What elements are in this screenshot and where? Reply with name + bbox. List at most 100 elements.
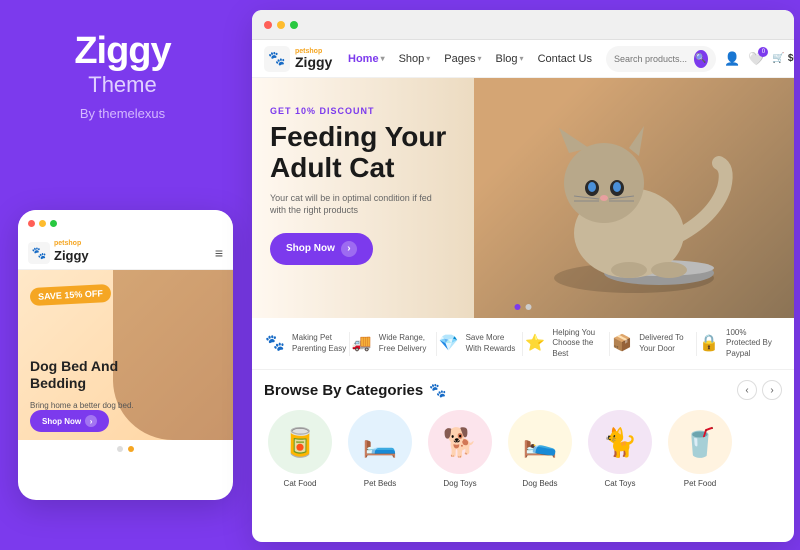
site-logo-text-wrap: petshop Ziggy	[295, 48, 332, 69]
browser-chrome	[252, 10, 794, 40]
category-label-4: Dog Beds	[522, 479, 557, 488]
hero-dot-2[interactable]	[526, 304, 532, 310]
mobile-logo-icon: 🐾	[28, 242, 50, 264]
left-panel: Ziggy Theme By themelexus 🐾 petshop Zigg…	[0, 0, 245, 550]
nav-link-contact[interactable]: Contact Us	[532, 49, 598, 69]
mobile-hero-bg	[113, 270, 233, 440]
mobile-menu-icon[interactable]: ≡	[215, 245, 223, 261]
mobile-dots	[18, 440, 233, 458]
feature-icon-5: 📦	[612, 333, 634, 355]
brand-subtitle: Theme	[88, 72, 156, 98]
nav-link-home[interactable]: Home ▾	[342, 49, 391, 69]
category-img-5: 🐈	[595, 417, 645, 467]
feature-icon-3: 💎	[439, 333, 461, 355]
hero-btn-arrow: ›	[341, 241, 357, 257]
nav-link-pages[interactable]: Pages ▾	[438, 49, 487, 69]
feature-divider-2	[436, 332, 437, 356]
categories-grid: 🥫 Cat Food 🛏️ Pet Beds 🐕 Dog Toys 🛌	[264, 410, 782, 488]
cart-icon: 🛒	[772, 53, 784, 64]
feature-divider-3	[522, 332, 523, 356]
paw-icon: 🐾	[429, 382, 446, 399]
category-label-2: Pet Beds	[364, 479, 396, 488]
user-icon[interactable]: 👤	[724, 51, 740, 67]
nav-links: Home ▾ Shop ▾ Pages ▾ Blog ▾ Contact Us	[342, 49, 598, 69]
browser-dot-yellow	[277, 21, 285, 29]
mobile-mockup: 🐾 petshop Ziggy ≡ SAVE 15% OFF Dog Bed A…	[18, 210, 233, 500]
feature-text-2: Wide Range, Free Delivery	[379, 333, 434, 354]
browser-dot-red	[264, 21, 272, 29]
category-circle-4: 🛌	[508, 410, 572, 474]
hero-dots	[515, 304, 532, 310]
nav-link-shop[interactable]: Shop ▾	[393, 49, 437, 69]
cart-button[interactable]: 🛒 $0.00	[772, 53, 794, 64]
mobile-hero-subtitle: Bring home a better dog bed.	[30, 401, 134, 410]
mobile-dot-indicator-2	[128, 446, 134, 452]
category-label-6: Pet Food	[684, 479, 716, 488]
site-logo-name: Ziggy	[295, 55, 332, 69]
category-circle-1: 🥫	[268, 410, 332, 474]
mobile-top-bar	[18, 210, 233, 236]
category-circle-5: 🐈	[588, 410, 652, 474]
mobile-dot-green	[50, 220, 57, 227]
mobile-save-badge: SAVE 15% OFF	[30, 284, 112, 306]
feature-text-6: 100% Protected By Paypal	[726, 328, 781, 359]
site-logo-area: 🐾 petshop Ziggy	[264, 46, 334, 72]
mobile-shop-btn[interactable]: Shop Now ›	[30, 410, 109, 432]
feature-item-2: 🚚 Wide Range, Free Delivery	[352, 333, 434, 355]
feature-icon-6: 🔒	[699, 333, 721, 355]
hero-background	[474, 78, 794, 318]
mobile-dot-yellow	[39, 220, 46, 227]
mobile-dot-red	[28, 220, 35, 227]
brand-title: Ziggy	[74, 32, 170, 70]
cart-total: $0.00	[788, 53, 794, 64]
feature-item-6: 🔒 100% Protected By Paypal	[699, 328, 781, 359]
categories-section: Browse By Categories 🐾 ‹ › 🥫 Cat Food 🛏️…	[252, 370, 794, 498]
category-label-3: Dog Toys	[443, 479, 476, 488]
hero-shop-button[interactable]: Shop Now ›	[270, 233, 373, 265]
site-logo-icon: 🐾	[264, 46, 290, 72]
hero-dot-1[interactable]	[515, 304, 521, 310]
category-circle-3: 🐕	[428, 410, 492, 474]
feature-item-5: 📦 Delivered To Your Door	[612, 333, 694, 355]
category-item-3[interactable]: 🐕 Dog Toys	[424, 410, 496, 488]
wishlist-icon[interactable]: 🤍 0	[748, 51, 764, 67]
search-button[interactable]: 🔍	[694, 50, 708, 68]
feature-text-1: Making Pet Parenting Easy	[292, 333, 347, 354]
features-bar: 🐾 Making Pet Parenting Easy 🚚 Wide Range…	[252, 318, 794, 370]
mobile-logo-area: 🐾 petshop Ziggy	[28, 240, 89, 265]
category-item-5[interactable]: 🐈 Cat Toys	[584, 410, 656, 488]
hero-discount-tag: GET 10% DISCOUNT	[270, 106, 446, 116]
search-input[interactable]	[614, 54, 689, 64]
category-img-2: 🛏️	[355, 417, 405, 467]
mobile-shop-btn-arrow: ›	[85, 415, 97, 427]
feature-divider-5	[696, 332, 697, 356]
hero-section: GET 10% DISCOUNT Feeding Your Adult Cat …	[252, 78, 794, 318]
category-item-1[interactable]: 🥫 Cat Food	[264, 410, 336, 488]
mobile-dot-indicator-1	[117, 446, 123, 452]
category-img-3: 🐕	[435, 417, 485, 467]
nav-search[interactable]: 🔍	[606, 46, 716, 72]
category-item-6[interactable]: 🥤 Pet Food	[664, 410, 736, 488]
categories-header: Browse By Categories 🐾 ‹ ›	[264, 380, 782, 400]
category-circle-2: 🛏️	[348, 410, 412, 474]
feature-icon-2: 🚚	[352, 333, 374, 355]
feature-text-3: Save More With Rewards	[466, 333, 521, 354]
browser-dot-green	[290, 21, 298, 29]
category-label-1: Cat Food	[284, 479, 317, 488]
feature-text-5: Delivered To Your Door	[639, 333, 694, 354]
feature-item-1: 🐾 Making Pet Parenting Easy	[265, 333, 347, 355]
category-item-4[interactable]: 🛌 Dog Beds	[504, 410, 576, 488]
feature-icon-4: ⭐	[525, 333, 547, 355]
cat-next-btn[interactable]: ›	[762, 380, 782, 400]
hero-description: Your cat will be in optimal condition if…	[270, 192, 435, 217]
feature-text-4: Helping You Choose the Best	[552, 328, 607, 359]
category-img-6: 🥤	[675, 417, 725, 467]
category-label-5: Cat Toys	[605, 479, 636, 488]
cat-prev-btn[interactable]: ‹	[737, 380, 757, 400]
nav-link-blog[interactable]: Blog ▾	[490, 49, 530, 69]
mobile-hero: SAVE 15% OFF Dog Bed And Bedding Bring h…	[18, 270, 233, 440]
mobile-logo-name: Ziggy	[54, 248, 89, 263]
category-item-2[interactable]: 🛏️ Pet Beds	[344, 410, 416, 488]
nav-actions: 👤 🤍 0 🛒 $0.00	[724, 51, 794, 67]
category-img-4: 🛌	[515, 417, 565, 467]
